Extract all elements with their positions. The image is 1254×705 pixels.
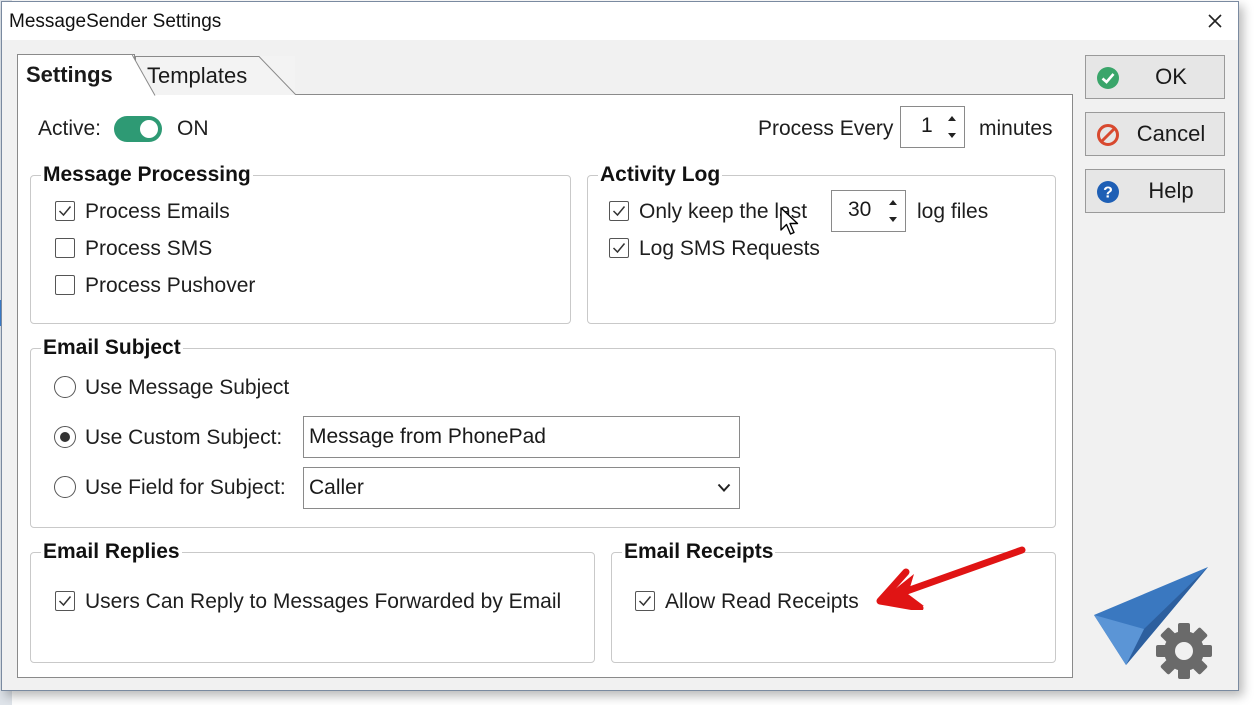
custom-subject-input[interactable]: Message from PhonePad xyxy=(303,416,740,458)
users-can-reply-label: Users Can Reply to Messages Forwarded by… xyxy=(85,590,562,613)
tab-settings-label: Settings xyxy=(26,62,113,87)
keep-last-stepper[interactable]: 30 xyxy=(831,190,906,232)
email-receipts-title: Email Receipts xyxy=(622,540,776,564)
process-pushover-checkbox[interactable] xyxy=(55,275,75,295)
message-processing-title: Message Processing xyxy=(41,163,253,187)
use-custom-subject-radio[interactable] xyxy=(54,426,76,448)
process-sms-checkbox[interactable] xyxy=(55,238,75,258)
help-button[interactable]: ? Help xyxy=(1085,169,1225,213)
close-button[interactable] xyxy=(1192,2,1238,40)
users-can-reply-checkbox[interactable] xyxy=(55,591,75,611)
settings-dialog: MessageSender Settings Templates Setting… xyxy=(1,1,1239,691)
title-bar: MessageSender Settings xyxy=(2,2,1238,40)
use-message-subject-label: Use Message Subject xyxy=(85,376,290,399)
chevron-down-icon xyxy=(717,483,731,492)
spinner-arrows-icon[interactable] xyxy=(887,197,899,225)
mouse-cursor-icon xyxy=(780,207,799,235)
paper-plane-gear-logo-icon xyxy=(1094,567,1212,679)
process-every-value: 1 xyxy=(921,114,933,137)
checkmark-icon xyxy=(58,596,72,607)
close-icon xyxy=(1208,14,1222,28)
activity-log-group: Activity Log Only keep the last 30 log f… xyxy=(587,163,1056,324)
checkmark-icon xyxy=(638,596,652,607)
ok-button-label: OK xyxy=(1155,64,1187,89)
active-state: ON xyxy=(177,117,209,140)
field-subject-select[interactable]: Caller xyxy=(303,467,740,509)
email-replies-group: Email Replies Users Can Reply to Message… xyxy=(30,540,595,663)
cancel-button[interactable]: Cancel xyxy=(1085,112,1225,156)
active-toggle[interactable] xyxy=(114,116,162,142)
log-sms-label: Log SMS Requests xyxy=(639,237,820,260)
tab-templates[interactable]: Templates xyxy=(135,56,297,95)
email-replies-title: Email Replies xyxy=(41,540,182,564)
field-subject-value: Caller xyxy=(309,476,364,499)
log-sms-checkbox[interactable] xyxy=(609,238,629,258)
process-pushover-label: Process Pushover xyxy=(85,274,256,297)
cancel-button-label: Cancel xyxy=(1136,121,1206,146)
help-button-label: Help xyxy=(1148,178,1194,203)
process-emails-label: Process Emails xyxy=(85,200,230,223)
process-every-label: Process Every xyxy=(758,117,894,140)
checkmark-icon xyxy=(612,243,626,254)
use-custom-subject-label: Use Custom Subject: xyxy=(85,426,283,449)
activity-log-title: Activity Log xyxy=(598,163,723,187)
process-sms-label: Process SMS xyxy=(85,237,213,260)
process-every-stepper[interactable]: 1 xyxy=(900,106,965,148)
keep-last-value: 30 xyxy=(848,198,872,221)
allow-read-receipts-checkbox[interactable] xyxy=(635,591,655,611)
radio-selected-dot xyxy=(60,432,70,442)
email-subject-title: Email Subject xyxy=(41,336,183,360)
tab-templates-label: Templates xyxy=(147,62,248,88)
use-field-subject-radio[interactable] xyxy=(54,476,76,498)
use-field-subject-label: Use Field for Subject: xyxy=(85,476,286,499)
tab-settings-edge xyxy=(132,54,156,96)
toggle-knob xyxy=(140,120,158,138)
custom-subject-value: Message from PhonePad xyxy=(309,425,546,448)
email-subject-group: Email Subject Use Message Subject Use Cu… xyxy=(30,336,1056,528)
ok-button[interactable]: OK xyxy=(1085,55,1225,99)
window-title: MessageSender Settings xyxy=(9,11,222,32)
keep-last-checkbox[interactable] xyxy=(609,201,629,221)
active-label: Active: xyxy=(38,117,102,140)
message-processing-group: Message Processing Process Emails Proces… xyxy=(30,163,571,324)
keep-last-unit: log files xyxy=(917,200,989,223)
spinner-arrows-icon[interactable] xyxy=(946,113,958,141)
process-emails-checkbox[interactable] xyxy=(55,201,75,221)
checkmark-icon xyxy=(612,206,626,217)
process-every-unit: minutes xyxy=(979,117,1053,140)
checkmark-icon xyxy=(58,206,72,217)
allow-read-receipts-label: Allow Read Receipts xyxy=(665,590,859,613)
annotation-arrow-icon xyxy=(876,546,1026,610)
tab-settings[interactable]: Settings xyxy=(17,54,156,96)
use-message-subject-radio[interactable] xyxy=(54,376,76,398)
